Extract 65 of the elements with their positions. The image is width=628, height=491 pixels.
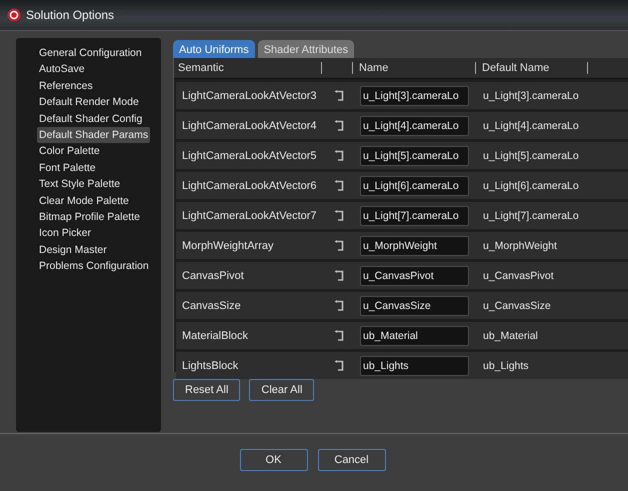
default-name-cell: u_Light[6].cameraLo xyxy=(483,180,579,192)
name-field[interactable]: u_Light[5].cameraLo xyxy=(360,146,469,166)
semantic-cell: MaterialBlock xyxy=(182,330,248,342)
semantic-cell: CanvasPivot xyxy=(182,270,244,282)
name-field[interactable]: u_CanvasSize xyxy=(360,296,469,316)
column-header: Default Name xyxy=(476,62,588,74)
name-field[interactable]: u_CanvasPivot xyxy=(360,266,469,286)
default-name-cell: u_Light[4].cameraLo xyxy=(483,120,579,132)
default-name-cell: ub_Material xyxy=(483,330,538,342)
dialog-button[interactable]: OK xyxy=(240,449,308,471)
semantic-cell: LightCameraLookAtVector7 xyxy=(182,210,317,222)
reset-icon[interactable] xyxy=(334,360,344,371)
semantic-cell: LightsBlock xyxy=(182,360,238,372)
column-header: Name xyxy=(353,62,476,74)
sidebar-item[interactable]: Clear Mode Palette xyxy=(37,192,131,209)
reset-icon[interactable] xyxy=(334,120,344,131)
name-field[interactable]: u_Light[7].cameraLo xyxy=(360,206,469,226)
app-logo-icon xyxy=(7,8,21,22)
default-name-cell: u_MorphWeight xyxy=(483,240,557,252)
default-name-cell: u_Light[3].cameraLo xyxy=(483,90,579,102)
dialog-button[interactable]: Cancel xyxy=(318,449,386,471)
default-name-cell: u_CanvasPivot xyxy=(483,270,554,282)
semantic-cell: LightCameraLookAtVector4 xyxy=(182,120,317,132)
sidebar-item[interactable]: Color Palette xyxy=(37,143,102,160)
name-field[interactable]: ub_Material xyxy=(360,326,469,346)
reset-icon[interactable] xyxy=(334,240,344,251)
sidebar-item[interactable]: Design Master xyxy=(37,242,109,258)
reset-icon[interactable] xyxy=(334,90,344,101)
sidebar-item[interactable]: Default Render Mode xyxy=(37,94,141,111)
sidebar-item[interactable]: AutoSave xyxy=(37,61,87,78)
reset-icon[interactable] xyxy=(334,270,344,281)
sidebar-item[interactable]: Default Shader Params xyxy=(37,126,150,144)
semantic-cell: MorphWeightArray xyxy=(182,240,274,252)
table-action-button[interactable]: Reset All xyxy=(173,379,240,401)
reset-icon[interactable] xyxy=(334,210,344,221)
name-field[interactable]: ub_Lights xyxy=(360,356,469,376)
default-name-cell: u_CanvasSize xyxy=(483,300,551,312)
name-field[interactable]: u_Light[4].cameraLo xyxy=(360,116,469,136)
tab[interactable]: Shader Attributes xyxy=(258,40,354,59)
tab[interactable]: Auto Uniforms xyxy=(173,40,255,59)
reset-icon[interactable] xyxy=(334,300,344,311)
semantic-cell: LightCameraLookAtVector3 xyxy=(182,90,317,102)
sidebar-item[interactable]: Bitmap Profile Palette xyxy=(37,208,142,226)
semantic-cell: LightCameraLookAtVector6 xyxy=(182,180,317,192)
name-field[interactable]: u_Light[6].cameraLo xyxy=(360,176,469,196)
sidebar-item[interactable]: Problems Configuration xyxy=(37,258,151,274)
sidebar-item[interactable]: General Configuration xyxy=(37,45,144,62)
default-name-cell: ub_Lights xyxy=(483,360,529,372)
reset-icon[interactable] xyxy=(334,180,344,191)
sidebar-item[interactable]: Default Shader Config xyxy=(37,110,144,127)
name-field[interactable]: u_Light[3].cameraLo xyxy=(360,86,469,106)
default-name-cell: u_Light[7].cameraLo xyxy=(483,210,579,222)
semantic-cell: LightCameraLookAtVector5 xyxy=(182,150,317,162)
semantic-cell: CanvasSize xyxy=(182,300,241,312)
reset-icon[interactable] xyxy=(334,150,344,161)
table-action-button[interactable]: Clear All xyxy=(249,379,314,401)
sidebar-item[interactable]: Icon Picker xyxy=(37,225,93,242)
column-header: Semantic xyxy=(174,62,322,74)
window-title: Solution Options xyxy=(26,8,114,22)
sidebar-item[interactable]: Text Style Palette xyxy=(37,176,122,193)
sidebar-item[interactable]: Font Palette xyxy=(37,160,98,176)
name-field[interactable]: u_MorphWeight xyxy=(360,236,469,256)
sidebar-item[interactable]: References xyxy=(37,78,95,94)
reset-icon[interactable] xyxy=(334,330,344,341)
default-name-cell: u_Light[5].cameraLo xyxy=(483,150,579,162)
